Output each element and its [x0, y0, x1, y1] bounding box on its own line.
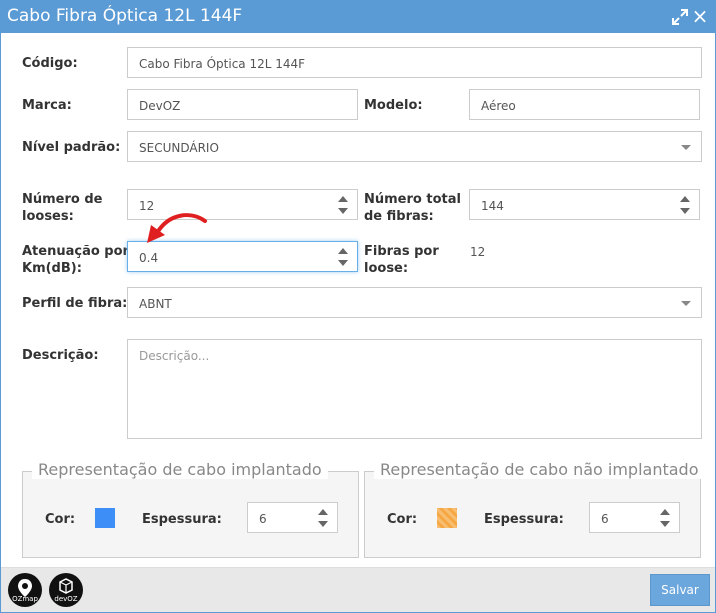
nao-implantado-legend: Representação de cabo não implantado [374, 460, 705, 479]
devoz-logo: devOZ [49, 573, 83, 607]
modelo-value: Aéreo [481, 99, 516, 113]
implantado-cor-label: Cor: [45, 512, 76, 527]
title-bar[interactable]: Cabo Fibra Óptica 12L 144F × [1, 1, 715, 33]
atenuacao-value: 0.4 [139, 251, 159, 265]
close-icon[interactable]: × [691, 6, 709, 26]
nao-implantado-color-swatch[interactable] [437, 508, 457, 528]
numero-fibras-label-1: Número total [364, 192, 461, 207]
descricao-placeholder: Descrição... [139, 349, 210, 363]
nao-implantado-espessura-stepper[interactable]: 6 [589, 502, 680, 533]
marca-input[interactable]: DevOZ [127, 89, 358, 120]
nao-implantado-espessura-label: Espessura: [484, 512, 564, 527]
atenuacao-label-2: Km(dB): [22, 261, 82, 276]
chevron-down-icon [681, 145, 691, 150]
nivel-value: SECUNDÁRIO [139, 141, 219, 155]
ozmap-logo: OZmap [8, 573, 42, 607]
descricao-textarea[interactable]: Descrição... [127, 339, 702, 439]
dialog-title: Cabo Fibra Óptica 12L 144F [7, 6, 243, 26]
ozmap-logo-text: OZmap [12, 595, 38, 603]
numero-fibras-stepper[interactable]: 144 [469, 189, 700, 220]
nivel-select[interactable]: SECUNDÁRIO [127, 131, 702, 162]
spinner-icon[interactable] [659, 508, 671, 528]
perfil-select[interactable]: ABNT [127, 287, 702, 318]
red-arrow-icon [147, 213, 207, 243]
chevron-down-icon [681, 301, 691, 306]
codigo-input[interactable]: Cabo Fibra Óptica 12L 144F [127, 47, 702, 78]
spinner-icon[interactable] [337, 247, 349, 267]
perfil-value: ABNT [139, 297, 172, 311]
implantado-espessura-value: 6 [259, 512, 267, 526]
fibras-por-loose-label-1: Fibras por [364, 244, 439, 259]
implantado-espessura-stepper[interactable]: 6 [247, 502, 338, 533]
marca-label: Marca: [22, 98, 72, 113]
atenuacao-label-1: Atenuação por [22, 244, 129, 259]
fibras-por-loose-label-2: loose: [364, 261, 409, 276]
modelo-label: Modelo: [364, 98, 423, 113]
implantado-color-swatch[interactable] [95, 508, 115, 528]
nao-implantado-espessura-value: 6 [601, 512, 609, 526]
numero-fibras-label-2: de fibras: [364, 209, 434, 224]
numero-looses-label-1: Número de [22, 192, 103, 207]
nivel-label: Nível padrão: [22, 140, 121, 155]
save-button[interactable]: Salvar [650, 574, 710, 606]
marca-value: DevOZ [139, 99, 181, 113]
maximize-icon[interactable] [671, 8, 689, 26]
nao-implantado-cor-label: Cor: [387, 512, 418, 527]
codigo-label: Código: [22, 56, 78, 71]
implantado-espessura-label: Espessura: [142, 512, 222, 527]
modelo-input[interactable]: Aéreo [469, 89, 700, 120]
spinner-icon[interactable] [337, 195, 349, 215]
cable-dialog: Cabo Fibra Óptica 12L 144F × Código: Cab… [0, 0, 716, 613]
fibras-por-loose-value: 12 [470, 245, 486, 259]
implantado-legend: Representação de cabo implantado [32, 460, 328, 479]
descricao-label: Descrição: [22, 348, 99, 363]
dialog-footer [1, 567, 715, 612]
codigo-value: Cabo Fibra Óptica 12L 144F [139, 57, 306, 71]
spinner-icon[interactable] [317, 508, 329, 528]
spinner-icon[interactable] [679, 195, 691, 215]
numero-looses-label-2: looses: [22, 209, 74, 224]
devoz-logo-text: devOZ [54, 595, 78, 603]
perfil-label: Perfil de fibra: [22, 296, 128, 311]
numero-fibras-value: 144 [481, 199, 504, 213]
